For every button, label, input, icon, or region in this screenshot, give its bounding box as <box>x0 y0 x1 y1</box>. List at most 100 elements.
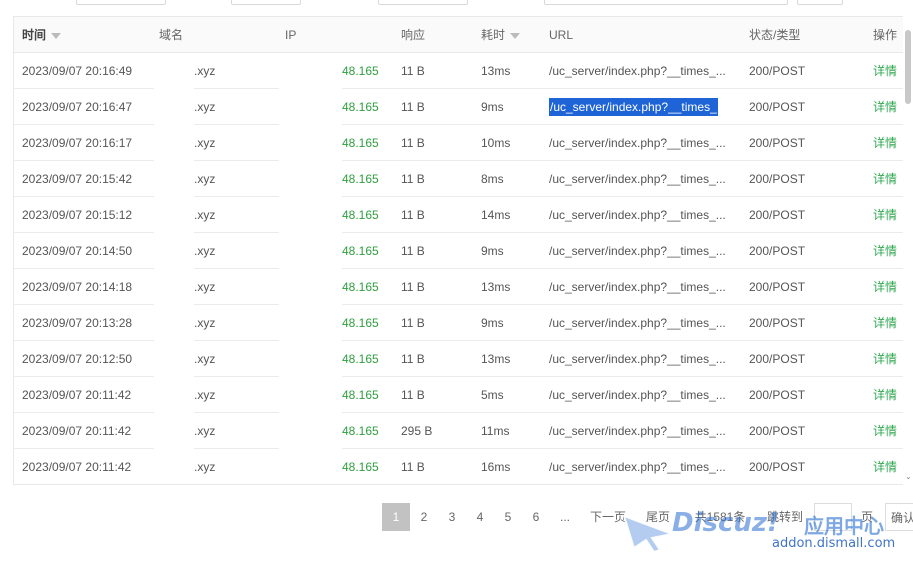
page-button-5[interactable]: 5 <box>494 503 522 531</box>
cell-ip: 48.165 <box>342 280 379 294</box>
cell-status: 200/POST <box>749 208 806 222</box>
cell-response: 11 B <box>401 64 425 78</box>
detail-link[interactable]: 详情 <box>873 449 897 484</box>
cell-ip: 48.165 <box>342 316 379 330</box>
cell-domain: .xyz <box>194 100 216 114</box>
filter-button[interactable] <box>797 0 843 5</box>
jump-label: 跳转到 <box>762 503 808 531</box>
cell-domain: .xyz <box>194 280 216 294</box>
cell-url: /uc_server/index.php?__times_... <box>549 352 726 366</box>
cell-status: 200/POST <box>749 172 806 186</box>
page-number-input[interactable] <box>814 503 852 531</box>
cell-time: 2023/09/07 20:14:50 <box>22 244 133 258</box>
cell-ip: 48.165 <box>342 244 379 258</box>
cell-status: 200/POST <box>749 388 806 402</box>
cell-time: 2023/09/07 20:16:17 <box>22 136 133 150</box>
table-header: 时间 域名 IP 响应 耗时 URL 状态/类型 操作 <box>14 17 913 53</box>
page-button-6[interactable]: 6 <box>522 503 550 531</box>
filter-input-4[interactable] <box>544 0 788 5</box>
page-button-1[interactable]: 1 <box>382 503 410 531</box>
cell-response: 11 B <box>401 100 425 114</box>
cell-time: 2023/09/07 20:12:50 <box>22 352 133 366</box>
cell-ip: 48.165 <box>342 352 379 366</box>
col-header-domain: 域名 <box>159 28 184 42</box>
col-header-status: 状态/类型 <box>749 28 801 42</box>
page-button-4[interactable]: 4 <box>466 503 494 531</box>
detail-link[interactable]: 详情 <box>873 125 897 161</box>
detail-link[interactable]: 详情 <box>873 233 897 269</box>
page-unit-label: 页 <box>856 503 878 531</box>
cell-duration: 9ms <box>481 316 504 330</box>
cell-time: 2023/09/07 20:13:28 <box>22 316 133 330</box>
cell-url: /uc_server/index.php?__times_... <box>549 460 726 474</box>
cell-duration: 9ms <box>481 100 504 114</box>
sort-down-icon[interactable] <box>510 32 521 39</box>
cell-domain: .xyz <box>194 316 216 330</box>
detail-link[interactable]: 详情 <box>873 413 897 449</box>
detail-link[interactable]: 详情 <box>873 341 897 377</box>
cell-domain: .xyz <box>194 388 216 402</box>
detail-link[interactable]: 详情 <box>873 377 897 413</box>
table-scrollbar[interactable]: ⌄ <box>903 16 913 485</box>
cell-status: 200/POST <box>749 316 806 330</box>
detail-link[interactable]: 详情 <box>873 197 897 233</box>
table-row: 2023/09/07 20:11:42 .xyz 48.165 295 B 11ms/u… <box>14 413 913 449</box>
cell-duration: 11ms <box>481 424 510 438</box>
redaction-mask-ip <box>279 53 342 484</box>
cell-url: /uc_server/index.php?__times_ <box>549 89 735 125</box>
page-ellipsis: ... <box>550 503 580 531</box>
cell-duration: 13ms <box>481 280 511 294</box>
scroll-down-icon[interactable]: ⌄ <box>905 473 912 481</box>
filter-bar <box>0 0 913 6</box>
cell-domain: .xyz <box>194 352 216 366</box>
detail-link[interactable]: 详情 <box>873 269 897 305</box>
cell-time: 2023/09/07 20:15:12 <box>22 208 133 222</box>
cell-url: /uc_server/index.php?__times_... <box>549 388 726 402</box>
detail-link[interactable]: 详情 <box>873 89 897 125</box>
cell-status: 200/POST <box>749 460 806 474</box>
cell-duration: 13ms <box>481 64 511 78</box>
cell-time: 2023/09/07 20:16:49 <box>22 64 133 78</box>
cell-response: 11 B <box>401 136 425 150</box>
cell-ip: 48.165 <box>342 172 379 186</box>
table-row: 2023/09/07 20:14:50 .xyz 48.165 11 B 9ms/uc_… <box>14 233 913 269</box>
cell-ip: 48.165 <box>342 64 379 78</box>
redaction-mask-domain <box>154 53 194 484</box>
cell-status: 200/POST <box>749 100 806 114</box>
filter-input-3[interactable] <box>378 0 468 5</box>
cell-status: 200/POST <box>749 352 806 366</box>
scrollbar-thumb[interactable] <box>905 30 911 104</box>
page-button-3[interactable]: 3 <box>438 503 466 531</box>
cell-time: 2023/09/07 20:16:47 <box>22 100 133 114</box>
cell-url: /uc_server/index.php?__times_... <box>549 208 726 222</box>
cell-ip: 48.165 <box>342 388 379 402</box>
cell-duration: 9ms <box>481 244 504 258</box>
last-page-button[interactable]: 尾页 <box>640 503 676 531</box>
cell-response: 295 B <box>401 424 433 438</box>
cell-time: 2023/09/07 20:11:42 <box>22 460 132 474</box>
table-row: 2023/09/07 20:15:12 .xyz 48.165 11 B 14ms/uc… <box>14 197 913 233</box>
confirm-button[interactable]: 确认 <box>885 503 913 531</box>
filter-input-2[interactable] <box>231 0 301 5</box>
table-row: 2023/09/07 20:11:42 .xyz 48.165 11 B 5ms/uc_… <box>14 377 913 413</box>
detail-link[interactable]: 详情 <box>873 161 897 197</box>
cell-ip: 48.165 <box>342 208 379 222</box>
cell-url: /uc_server/index.php?__times_... <box>549 136 726 150</box>
col-header-duration[interactable]: 耗时 <box>481 17 521 53</box>
sort-down-icon[interactable] <box>51 32 62 39</box>
col-header-time[interactable]: 时间 <box>22 17 62 53</box>
next-page-button[interactable]: 下一页 <box>584 503 632 531</box>
table-row: 2023/09/07 20:16:17 .xyz 48.165 11 B 10ms/uc… <box>14 125 913 161</box>
watermark-url: addon.dismall.com <box>772 536 896 551</box>
detail-link[interactable]: 详情 <box>873 305 897 341</box>
cell-response: 11 B <box>401 208 425 222</box>
cell-url: /uc_server/index.php?__times_... <box>549 172 726 186</box>
cell-duration: 10ms <box>481 136 511 150</box>
cell-response: 11 B <box>401 352 425 366</box>
page-button-2[interactable]: 2 <box>410 503 438 531</box>
cell-response: 11 B <box>401 172 425 186</box>
detail-link[interactable]: 详情 <box>873 53 897 89</box>
filter-input-1[interactable] <box>76 0 166 5</box>
log-table: 时间 域名 IP 响应 耗时 URL 状态/类型 操作 2023/09/07 2… <box>13 16 913 485</box>
cell-response: 11 B <box>401 388 425 402</box>
